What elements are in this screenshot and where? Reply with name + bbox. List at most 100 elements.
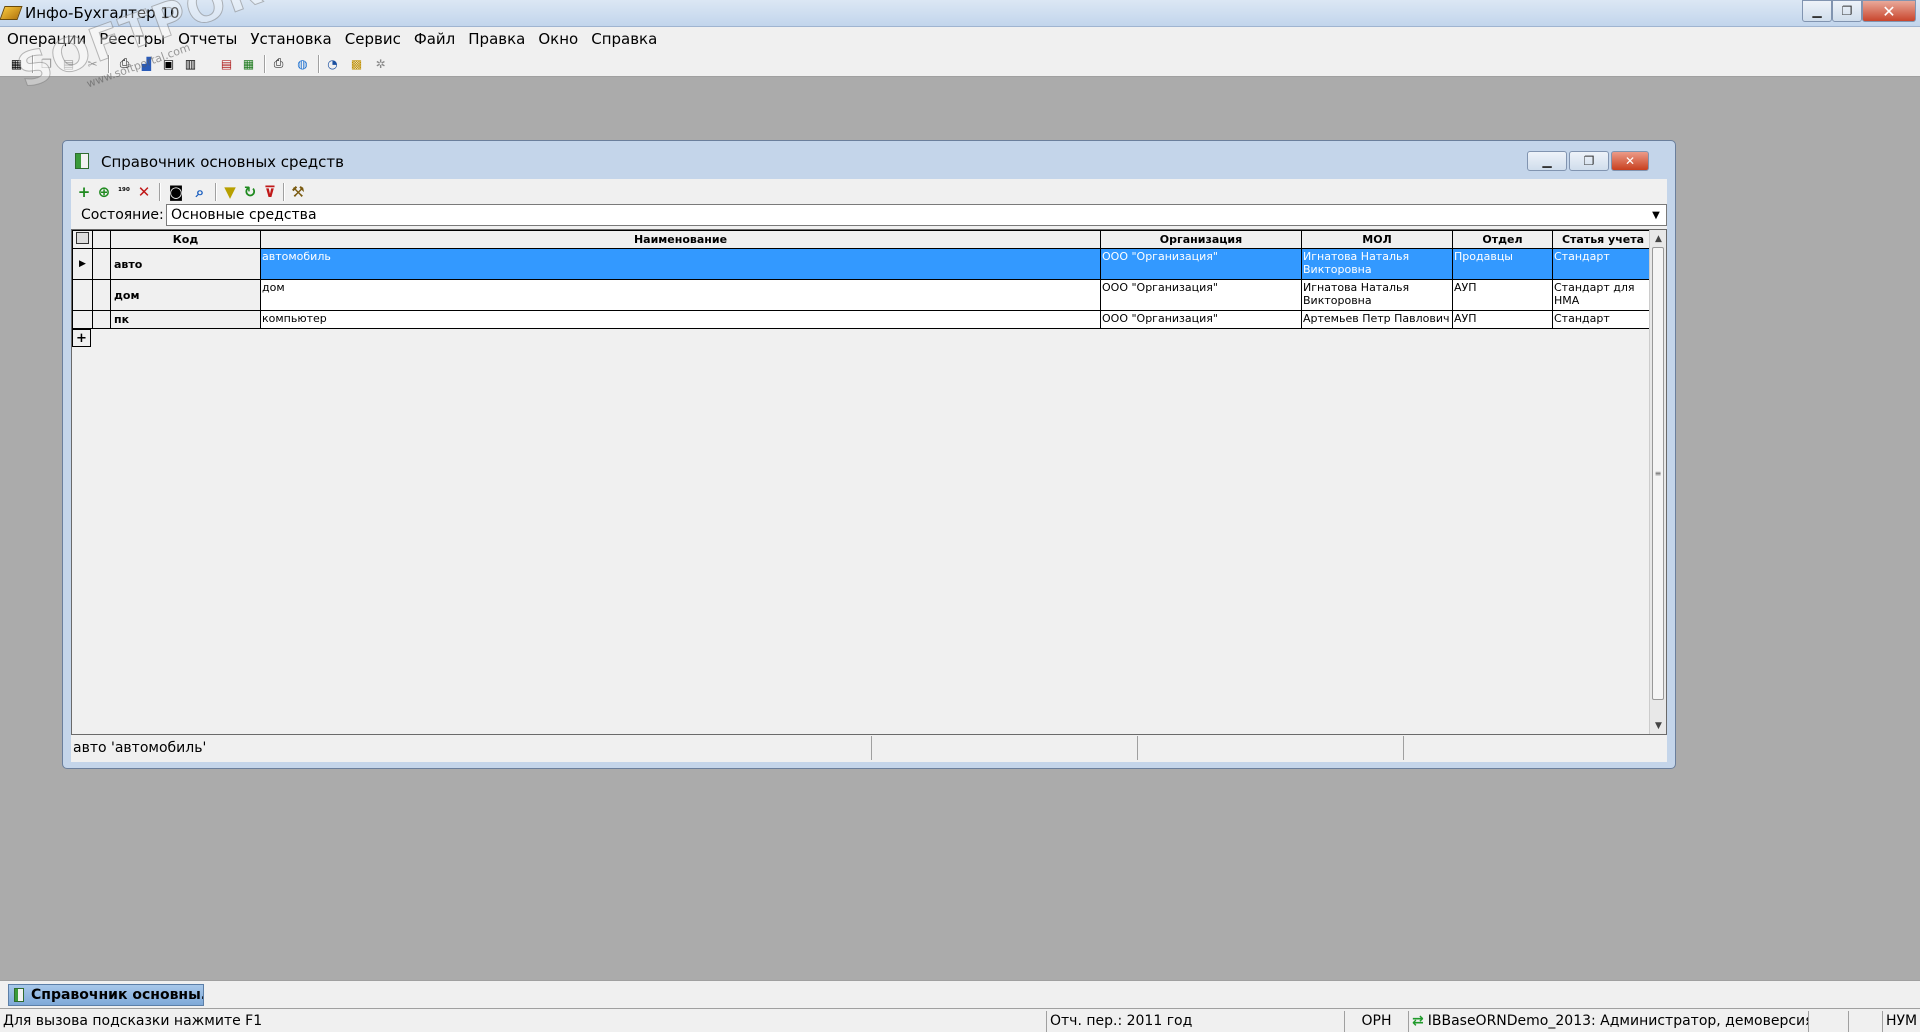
chart-icon[interactable]: ▟ bbox=[138, 55, 155, 72]
vertical-scrollbar[interactable]: ▲ ≡ ▼ bbox=[1649, 230, 1666, 734]
report-icon[interactable]: ▤ bbox=[218, 55, 235, 72]
filter-icon[interactable]: ▼ bbox=[221, 183, 239, 201]
menu-registers[interactable]: Реестры bbox=[92, 27, 171, 51]
cell-department[interactable]: Продавцы bbox=[1452, 248, 1553, 280]
scroll-down-icon[interactable]: ▼ bbox=[1650, 717, 1667, 734]
settings-icon[interactable]: ✲ bbox=[372, 55, 389, 72]
status-panel-empty bbox=[1808, 1011, 1848, 1032]
state-dropdown[interactable]: Основные средства ▼ bbox=[166, 204, 1667, 226]
archive-icon[interactable]: ▥ bbox=[182, 55, 199, 72]
child-status-panel bbox=[872, 736, 1138, 760]
menu-reports[interactable]: Отчеты bbox=[171, 27, 243, 51]
table-row[interactable]: ▶ авто автомобиль ООО "Организация" Игна… bbox=[72, 248, 1654, 280]
printer-setup-icon[interactable]: ⎙ bbox=[270, 55, 287, 72]
child-title: Справочник основных средств bbox=[101, 153, 344, 171]
minimize-button[interactable]: ▁ bbox=[1802, 0, 1832, 22]
row-indicator[interactable] bbox=[72, 310, 93, 329]
cell-organization[interactable]: ООО "Организация" bbox=[1100, 279, 1302, 311]
status-period: Отч. пер.: 2011 год bbox=[1046, 1011, 1344, 1032]
window-tabbar: Справочник основны... bbox=[0, 980, 1920, 1008]
cell-code[interactable]: дом bbox=[110, 279, 261, 311]
table-row[interactable]: пк компьютер ООО "Организация" Артемьев … bbox=[72, 310, 1654, 329]
refresh-icon[interactable]: ↻ bbox=[241, 183, 259, 201]
cell-code[interactable]: авто bbox=[110, 248, 261, 280]
row-indicator[interactable] bbox=[72, 279, 93, 311]
cell-article[interactable]: Стандарт bbox=[1552, 248, 1654, 280]
toolbar-separator bbox=[318, 55, 320, 73]
column-header-organization[interactable]: Организация bbox=[1100, 230, 1302, 249]
cell-department[interactable]: АУП bbox=[1452, 310, 1553, 329]
close-button[interactable]: ✕ bbox=[1862, 0, 1916, 22]
cell-name[interactable]: дом bbox=[260, 279, 1101, 311]
grid-header-blank bbox=[92, 230, 111, 249]
row-marker bbox=[92, 310, 111, 329]
menu-help[interactable]: Справка bbox=[584, 27, 663, 51]
cell-department[interactable]: АУП bbox=[1452, 279, 1553, 311]
window-tab-fixed-assets[interactable]: Справочник основны... bbox=[8, 984, 204, 1006]
restore-button[interactable]: ❐ bbox=[1832, 0, 1862, 22]
toolbar-separator bbox=[159, 183, 161, 201]
column-header-mol[interactable]: МОЛ bbox=[1301, 230, 1453, 249]
clear-filter-icon[interactable]: ⊽ bbox=[261, 183, 279, 201]
child-maximize-button[interactable]: ❐ bbox=[1569, 151, 1609, 171]
child-statusbar: авто 'автомобиль' bbox=[71, 736, 1667, 760]
status-num: НУМ bbox=[1882, 1011, 1920, 1032]
cell-organization[interactable]: ООО "Организация" bbox=[1100, 248, 1302, 280]
renumber-icon[interactable]: ¹⁹⁰ bbox=[115, 183, 133, 201]
cell-name[interactable]: автомобиль bbox=[260, 248, 1101, 280]
menu-file[interactable]: Файл bbox=[407, 27, 461, 51]
table-row[interactable]: дом дом ООО "Организация" Игнатова Натал… bbox=[72, 279, 1654, 311]
child-minimize-button[interactable]: ▁ bbox=[1527, 151, 1567, 171]
child-titlebar: Справочник основных средств ▁ ❐ ✕ bbox=[63, 141, 1675, 179]
cell-article[interactable]: Стандарт bbox=[1552, 310, 1654, 329]
cut-icon[interactable]: ✂ bbox=[84, 55, 101, 72]
scrollbar-thumb[interactable]: ≡ bbox=[1652, 247, 1664, 700]
child-close-button[interactable]: ✕ bbox=[1611, 151, 1649, 171]
child-client-area: + ⊕ ¹⁹⁰ ✕ ◙ ⌕ ▼ ↻ ⊽ ⚒ Состояние: Основны… bbox=[71, 179, 1667, 762]
column-header-article[interactable]: Статья учета bbox=[1552, 230, 1654, 249]
menu-window[interactable]: Окно bbox=[531, 27, 584, 51]
grid-corner[interactable] bbox=[72, 230, 93, 249]
delete-icon[interactable]: ✕ bbox=[135, 183, 153, 201]
calculator-icon[interactable]: ▦ bbox=[240, 55, 257, 72]
cell-name[interactable]: компьютер bbox=[260, 310, 1101, 329]
cell-mol[interactable]: Игнатова Наталья Викторовна bbox=[1301, 279, 1453, 311]
cell-organization[interactable]: ООО "Организация" bbox=[1100, 310, 1302, 329]
tools-icon[interactable]: ⚒ bbox=[289, 183, 307, 201]
cell-mol[interactable]: Артемьев Петр Павлович bbox=[1301, 310, 1453, 329]
copy-icon[interactable]: ❐ bbox=[38, 55, 55, 72]
status-mode: ОРН bbox=[1344, 1011, 1408, 1032]
print-icon[interactable]: ⎙ bbox=[116, 55, 133, 72]
menu-service[interactable]: Сервис bbox=[338, 27, 407, 51]
calendar-icon[interactable]: ▦ bbox=[8, 55, 25, 72]
add-icon[interactable]: + bbox=[75, 183, 93, 201]
current-row-indicator-icon[interactable]: ▶ bbox=[72, 248, 93, 280]
add-copy-icon[interactable]: ⊕ bbox=[95, 183, 113, 201]
compass-icon[interactable]: ◔ bbox=[324, 55, 341, 72]
scroll-up-icon[interactable]: ▲ bbox=[1650, 230, 1667, 247]
row-marker bbox=[92, 279, 111, 311]
book-icon[interactable]: ▩ bbox=[348, 55, 365, 72]
directory-icon bbox=[75, 153, 89, 169]
state-dropdown-value: Основные средства bbox=[171, 207, 317, 223]
cell-article[interactable]: Стандарт для НМА bbox=[1552, 279, 1654, 311]
column-header-department[interactable]: Отдел bbox=[1452, 230, 1553, 249]
dropdown-arrow-icon[interactable]: ▼ bbox=[1646, 205, 1666, 225]
app-title: Инфо-Бухгалтер 10 bbox=[25, 4, 180, 22]
column-header-code[interactable]: Код bbox=[110, 230, 261, 249]
row-marker bbox=[92, 248, 111, 280]
paste-icon[interactable]: ▤ bbox=[60, 55, 77, 72]
search-icon[interactable]: ⌕ bbox=[191, 183, 209, 201]
menu-operations[interactable]: Операции bbox=[0, 27, 92, 51]
menu-setup[interactable]: Установка bbox=[243, 27, 337, 51]
document-icon[interactable]: ▣ bbox=[160, 55, 177, 72]
menu-edit[interactable]: Правка bbox=[461, 27, 531, 51]
column-header-name[interactable]: Наименование bbox=[260, 230, 1101, 249]
new-row-icon[interactable]: + bbox=[72, 329, 91, 347]
cell-code[interactable]: пк bbox=[110, 310, 261, 329]
binoculars-icon[interactable]: ◙ bbox=[167, 183, 185, 201]
globe-icon[interactable]: ◍ bbox=[294, 55, 311, 72]
cell-mol[interactable]: Игнатова Наталья Викторовна bbox=[1301, 248, 1453, 280]
child-status-selection: авто 'автомобиль' bbox=[71, 736, 872, 760]
fixed-assets-window: Справочник основных средств ▁ ❐ ✕ + ⊕ ¹⁹… bbox=[62, 140, 1676, 769]
